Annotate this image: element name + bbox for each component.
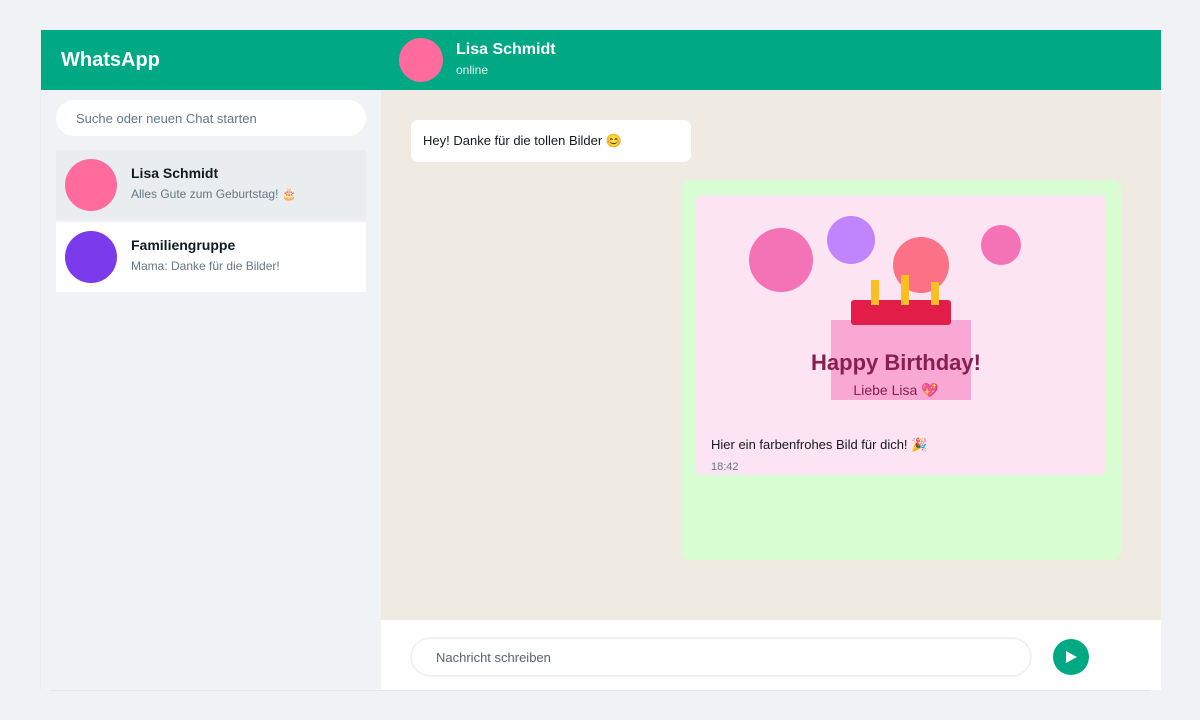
search-input[interactable] xyxy=(56,100,366,136)
candle xyxy=(901,275,909,305)
chat-name: Familiengruppe xyxy=(131,237,236,253)
contact-status: online xyxy=(456,63,489,77)
candle xyxy=(931,282,939,305)
chat-preview: Mama: Danke für die Bilder! xyxy=(131,259,280,273)
send-arrow-icon xyxy=(1066,651,1077,663)
chat-preview: Alles Gute zum Geburtstag! 🎂 xyxy=(131,187,297,201)
sidebar: Lisa Schmidt Alles Gute zum Geburtstag! … xyxy=(41,90,381,690)
message-input[interactable] xyxy=(411,638,1031,676)
whatsapp-window: WhatsApp Lisa Schmidt online Lisa Schmid… xyxy=(40,30,1161,690)
candle xyxy=(871,280,879,305)
app-title: WhatsApp xyxy=(61,49,160,71)
avatar xyxy=(65,159,117,211)
balloon-pink xyxy=(749,228,813,292)
chat-item-lisa-schmidt[interactable]: Lisa Schmidt Alles Gute zum Geburtstag! … xyxy=(56,150,366,220)
card-title: Happy Birthday! xyxy=(811,350,981,375)
contact-name[interactable]: Lisa Schmidt xyxy=(456,41,556,59)
chat-name: Lisa Schmidt xyxy=(131,165,219,181)
card-subtitle: Liebe Lisa 💖 xyxy=(853,382,939,398)
bottom-divider xyxy=(50,690,1150,691)
contact-avatar[interactable] xyxy=(399,38,443,82)
balloon-small-pink xyxy=(981,225,1021,265)
composer-bar xyxy=(381,620,1161,690)
incoming-message: Hey! Danke für die tollen Bilder 😊 xyxy=(411,120,691,162)
message-time: 18:42 xyxy=(711,461,739,473)
balloon-purple xyxy=(827,216,875,264)
avatar xyxy=(65,231,117,283)
top-header: WhatsApp Lisa Schmidt online xyxy=(41,30,1161,90)
birthday-card-image[interactable]: Happy Birthday! Liebe Lisa 💖 Hier ein fa… xyxy=(696,195,1106,475)
send-button[interactable] xyxy=(1053,639,1089,675)
message-caption: Hier ein farbenfrohes Bild für dich! 🎉 xyxy=(711,437,928,452)
chat-area: Hey! Danke für die tollen Bilder 😊 Happy… xyxy=(381,90,1161,620)
chat-item-familiengruppe[interactable]: Familiengruppe Mama: Danke für die Bilde… xyxy=(56,222,366,292)
outgoing-message: Happy Birthday! Liebe Lisa 💖 Hier ein fa… xyxy=(681,180,1121,560)
